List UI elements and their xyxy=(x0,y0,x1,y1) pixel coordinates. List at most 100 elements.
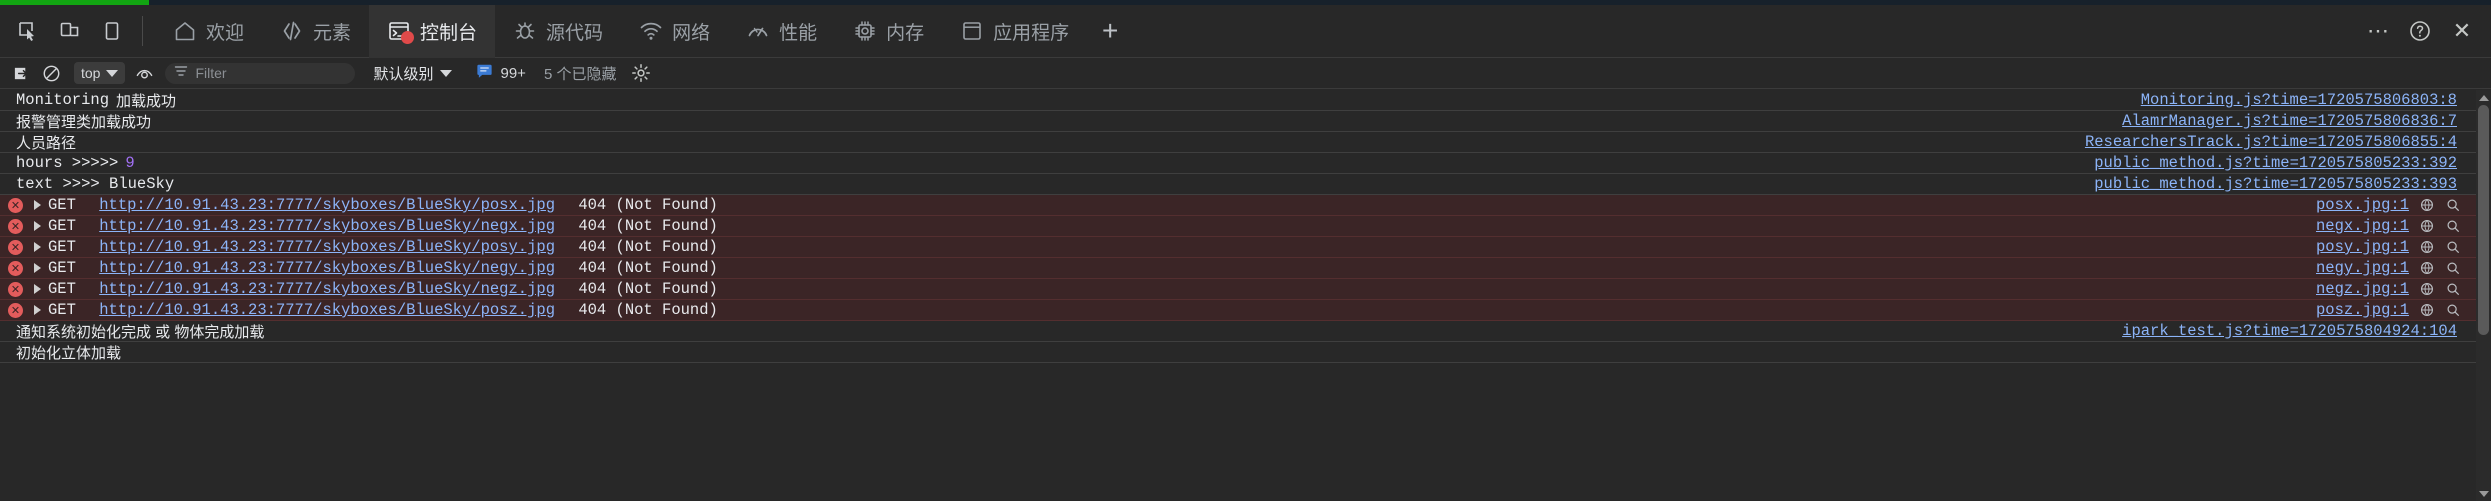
inspect-element-icon[interactable] xyxy=(10,13,46,49)
bug-icon xyxy=(513,19,537,43)
network-request-icon[interactable] xyxy=(2419,302,2435,318)
tab-console[interactable]: 控制台 xyxy=(369,4,496,58)
source-location-link[interactable]: posx.jpg:1 xyxy=(2316,196,2409,214)
tab-network[interactable]: 网络 xyxy=(621,5,728,58)
console-log-row[interactable]: 通知系统初始化完成 或 物体完成加载 ipark_test.js?time=172… xyxy=(0,321,2491,342)
tab-sources[interactable]: 源代码 xyxy=(495,5,621,58)
console-row-content: ✕ GET http://10.91.43.23:7777/skyboxes/Bl… xyxy=(8,196,2491,214)
expand-arrow-icon[interactable] xyxy=(34,305,41,315)
console-message-text: 人员路径 xyxy=(16,134,77,152)
expand-arrow-icon[interactable] xyxy=(34,284,41,294)
log-level-selector[interactable]: 默认级别 xyxy=(373,63,453,84)
source-location-link[interactable]: Monitoring.js?time=1720575806803:8 xyxy=(2141,91,2457,109)
source-location-link[interactable]: public_method.js?time=1720575805233:393 xyxy=(2094,175,2457,193)
tab-memory[interactable]: 内存 xyxy=(835,5,942,58)
response-status: 404 (Not Found) xyxy=(578,238,718,256)
dock-side-icon[interactable] xyxy=(94,13,130,49)
source-location-link[interactable]: ipark_test.js?time=1720575804924:104 xyxy=(2122,322,2457,340)
console-row-right: negx.jpg:1 xyxy=(2316,217,2461,235)
tab-welcome[interactable]: 欢迎 xyxy=(155,5,262,58)
tab-performance[interactable]: 性能 xyxy=(728,5,835,58)
issues-count: 99+ xyxy=(500,64,526,82)
error-icon: ✕ xyxy=(8,260,23,276)
execution-context-selector[interactable]: top xyxy=(74,62,126,84)
console-log-row[interactable]: 初始化立体加载 xyxy=(0,342,2491,363)
source-location-link[interactable]: negz.jpg:1 xyxy=(2316,280,2409,298)
chip-icon xyxy=(853,19,877,43)
network-request-icon[interactable] xyxy=(2419,239,2435,255)
search-icon[interactable] xyxy=(2445,239,2461,255)
search-icon[interactable] xyxy=(2445,197,2461,213)
tab-console-label: 控制台 xyxy=(420,22,478,44)
error-icon: ✕ xyxy=(8,239,23,255)
console-log-row[interactable]: 人员路径 ResearchersTrack.js?time=17205758068… xyxy=(0,132,2491,153)
console-message-list[interactable]: Monitoring 加载成功 Monitoring.js?time=1720575… xyxy=(0,90,2491,501)
console-log-row[interactable]: Monitoring 加载成功 Monitoring.js?time=1720575… xyxy=(0,90,2491,111)
console-error-row[interactable]: ✕ GET http://10.91.43.23:7777/skyboxes/Bl… xyxy=(0,237,2491,258)
console-message-text: 加载成功 xyxy=(116,92,177,110)
devtools-tabbar: 欢迎 元素 控制台 源代码 网络 性能 内存 应用程序 + ⋯ ✕ xyxy=(0,4,2491,58)
network-request-icon[interactable] xyxy=(2419,281,2435,297)
live-expression-icon[interactable] xyxy=(131,60,157,86)
request-url-link[interactable]: http://10.91.43.23:7777/skyboxes/BlueSky… xyxy=(99,217,555,235)
no-entry-icon[interactable] xyxy=(38,60,64,86)
console-error-row[interactable]: ✕ GET http://10.91.43.23:7777/skyboxes/Bl… xyxy=(0,216,2491,237)
scrollbar-thumb[interactable] xyxy=(2478,105,2489,335)
request-url-link[interactable]: http://10.91.43.23:7777/skyboxes/BlueSky… xyxy=(99,259,555,277)
network-request-icon[interactable] xyxy=(2419,197,2435,213)
console-error-row[interactable]: ✕ GET http://10.91.43.23:7777/skyboxes/Bl… xyxy=(0,279,2491,300)
device-toolbar-icon[interactable] xyxy=(52,13,88,49)
console-log-row[interactable]: text >>>> BlueSky public_method.js?time=1… xyxy=(0,174,2491,195)
console-log-row[interactable]: 报警管理类加载成功 AlamrManager.js?time=1720575806… xyxy=(0,111,2491,132)
expand-arrow-icon[interactable] xyxy=(34,221,41,231)
console-row-content: ✕ GET http://10.91.43.23:7777/skyboxes/Bl… xyxy=(8,259,2491,277)
scroll-down-arrow[interactable] xyxy=(2476,486,2491,501)
search-icon[interactable] xyxy=(2445,218,2461,234)
code-icon xyxy=(280,19,304,43)
console-row-content: Monitoring 加载成功 xyxy=(16,90,2491,111)
tab-performance-label: 性能 xyxy=(779,22,818,44)
request-url-link[interactable]: http://10.91.43.23:7777/skyboxes/BlueSky… xyxy=(99,196,555,214)
console-scrollbar[interactable] xyxy=(2476,90,2491,501)
add-panel-button[interactable]: + xyxy=(1087,5,1133,58)
console-error-row[interactable]: ✕ GET http://10.91.43.23:7777/skyboxes/Bl… xyxy=(0,300,2491,321)
response-status: 404 (Not Found) xyxy=(578,259,718,277)
tab-elements[interactable]: 元素 xyxy=(262,5,369,58)
console-log-row[interactable]: hours >>>>> 9 public_method.js?time=17205… xyxy=(0,153,2491,174)
network-request-icon[interactable] xyxy=(2419,218,2435,234)
tab-application[interactable]: 应用程序 xyxy=(942,5,1087,58)
search-icon[interactable] xyxy=(2445,302,2461,318)
source-location-link[interactable]: posy.jpg:1 xyxy=(2316,238,2409,256)
hidden-messages-label[interactable]: 5 个已隐藏 xyxy=(544,63,617,84)
source-location-link[interactable]: ResearchersTrack.js?time=1720575806855:4 xyxy=(2085,133,2457,151)
issues-counter[interactable]: 99+ xyxy=(476,64,526,83)
console-error-row[interactable]: ✕ GET http://10.91.43.23:7777/skyboxes/Bl… xyxy=(0,195,2491,216)
more-options-icon[interactable]: ⋯ xyxy=(2359,12,2397,50)
expand-arrow-icon[interactable] xyxy=(34,242,41,252)
request-url-link[interactable]: http://10.91.43.23:7777/skyboxes/BlueSky… xyxy=(99,280,555,298)
source-location-link[interactable]: negy.jpg:1 xyxy=(2316,259,2409,277)
network-request-icon[interactable] xyxy=(2419,260,2435,276)
tab-memory-label: 内存 xyxy=(886,22,925,44)
search-icon[interactable] xyxy=(2445,260,2461,276)
help-icon[interactable] xyxy=(2401,12,2439,50)
expand-arrow-icon[interactable] xyxy=(34,263,41,273)
source-location-link[interactable]: public_method.js?time=1720575805233:392 xyxy=(2094,154,2457,172)
console-error-row[interactable]: ✕ GET http://10.91.43.23:7777/skyboxes/Bl… xyxy=(0,258,2491,279)
source-location-link[interactable]: AlamrManager.js?time=1720575806836:7 xyxy=(2122,112,2457,130)
expand-arrow-icon[interactable] xyxy=(34,200,41,210)
source-location-link[interactable]: negx.jpg:1 xyxy=(2316,217,2409,235)
console-row-right: posx.jpg:1 xyxy=(2316,196,2461,214)
source-location-link[interactable]: posz.jpg:1 xyxy=(2316,301,2409,319)
gear-icon[interactable] xyxy=(630,62,652,84)
search-icon[interactable] xyxy=(2445,281,2461,297)
clear-console-icon[interactable] xyxy=(8,60,34,86)
filter-input-wrapper[interactable] xyxy=(165,62,356,84)
request-url-link[interactable]: http://10.91.43.23:7777/skyboxes/BlueSky… xyxy=(99,301,555,319)
request-url-link[interactable]: http://10.91.43.23:7777/skyboxes/BlueSky… xyxy=(99,238,555,256)
search-input[interactable] xyxy=(195,65,347,81)
scroll-up-arrow[interactable] xyxy=(2476,90,2491,105)
close-icon[interactable]: ✕ xyxy=(2443,12,2481,50)
execution-context-value: top xyxy=(81,65,101,81)
console-icon xyxy=(387,19,415,44)
